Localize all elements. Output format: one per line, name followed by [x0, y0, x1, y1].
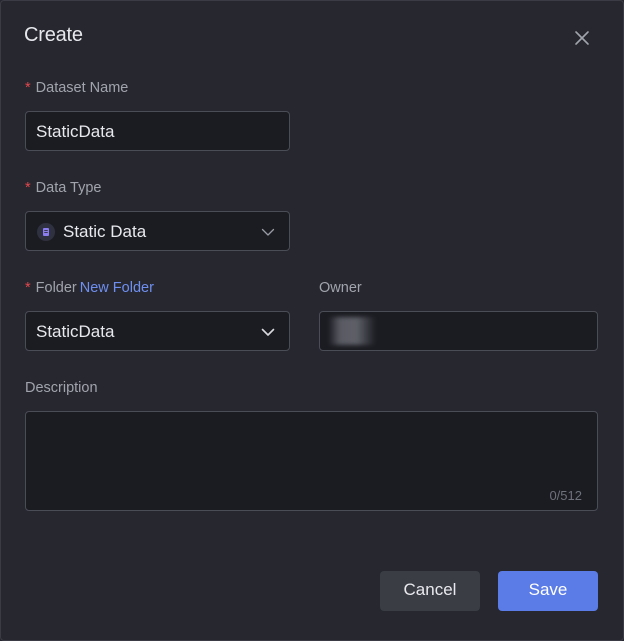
dataset-name-label: * Dataset Name [25, 80, 128, 96]
character-counter: 0/512 [549, 488, 582, 503]
required-mark: * [25, 180, 31, 196]
required-mark: * [25, 280, 31, 296]
folder-label: * Folder New Folder [25, 280, 154, 296]
new-folder-link[interactable]: New Folder [80, 280, 154, 296]
chevron-down-icon [261, 325, 275, 339]
dialog-title: Create [24, 24, 83, 46]
dataset-name-input[interactable]: StaticData [25, 111, 290, 151]
cancel-button[interactable]: Cancel [380, 571, 480, 611]
owner-avatar-redacted [328, 317, 376, 345]
folder-value: StaticData [36, 322, 115, 341]
dataset-name-value: StaticData [36, 122, 115, 141]
close-icon[interactable] [571, 27, 593, 49]
dataset-name-label-text: Dataset Name [35, 80, 129, 96]
data-type-label-text: Data Type [35, 180, 102, 196]
description-textarea[interactable]: 0/512 [25, 411, 598, 511]
required-mark: * [25, 80, 31, 96]
chevron-down-icon [261, 225, 275, 239]
data-type-value: Static Data [63, 222, 147, 241]
static-data-icon [37, 223, 55, 241]
data-type-select[interactable]: Static Data [25, 211, 290, 251]
save-button[interactable]: Save [498, 571, 598, 611]
folder-select[interactable]: StaticData [25, 311, 290, 351]
owner-field[interactable] [319, 311, 598, 351]
folder-label-text: Folder [35, 280, 77, 296]
owner-label: Owner [319, 280, 362, 296]
description-label: Description [25, 380, 98, 396]
create-dataset-dialog: Create * Dataset Name StaticData * Data Ty… [0, 0, 624, 641]
data-type-label: * Data Type [25, 180, 102, 196]
